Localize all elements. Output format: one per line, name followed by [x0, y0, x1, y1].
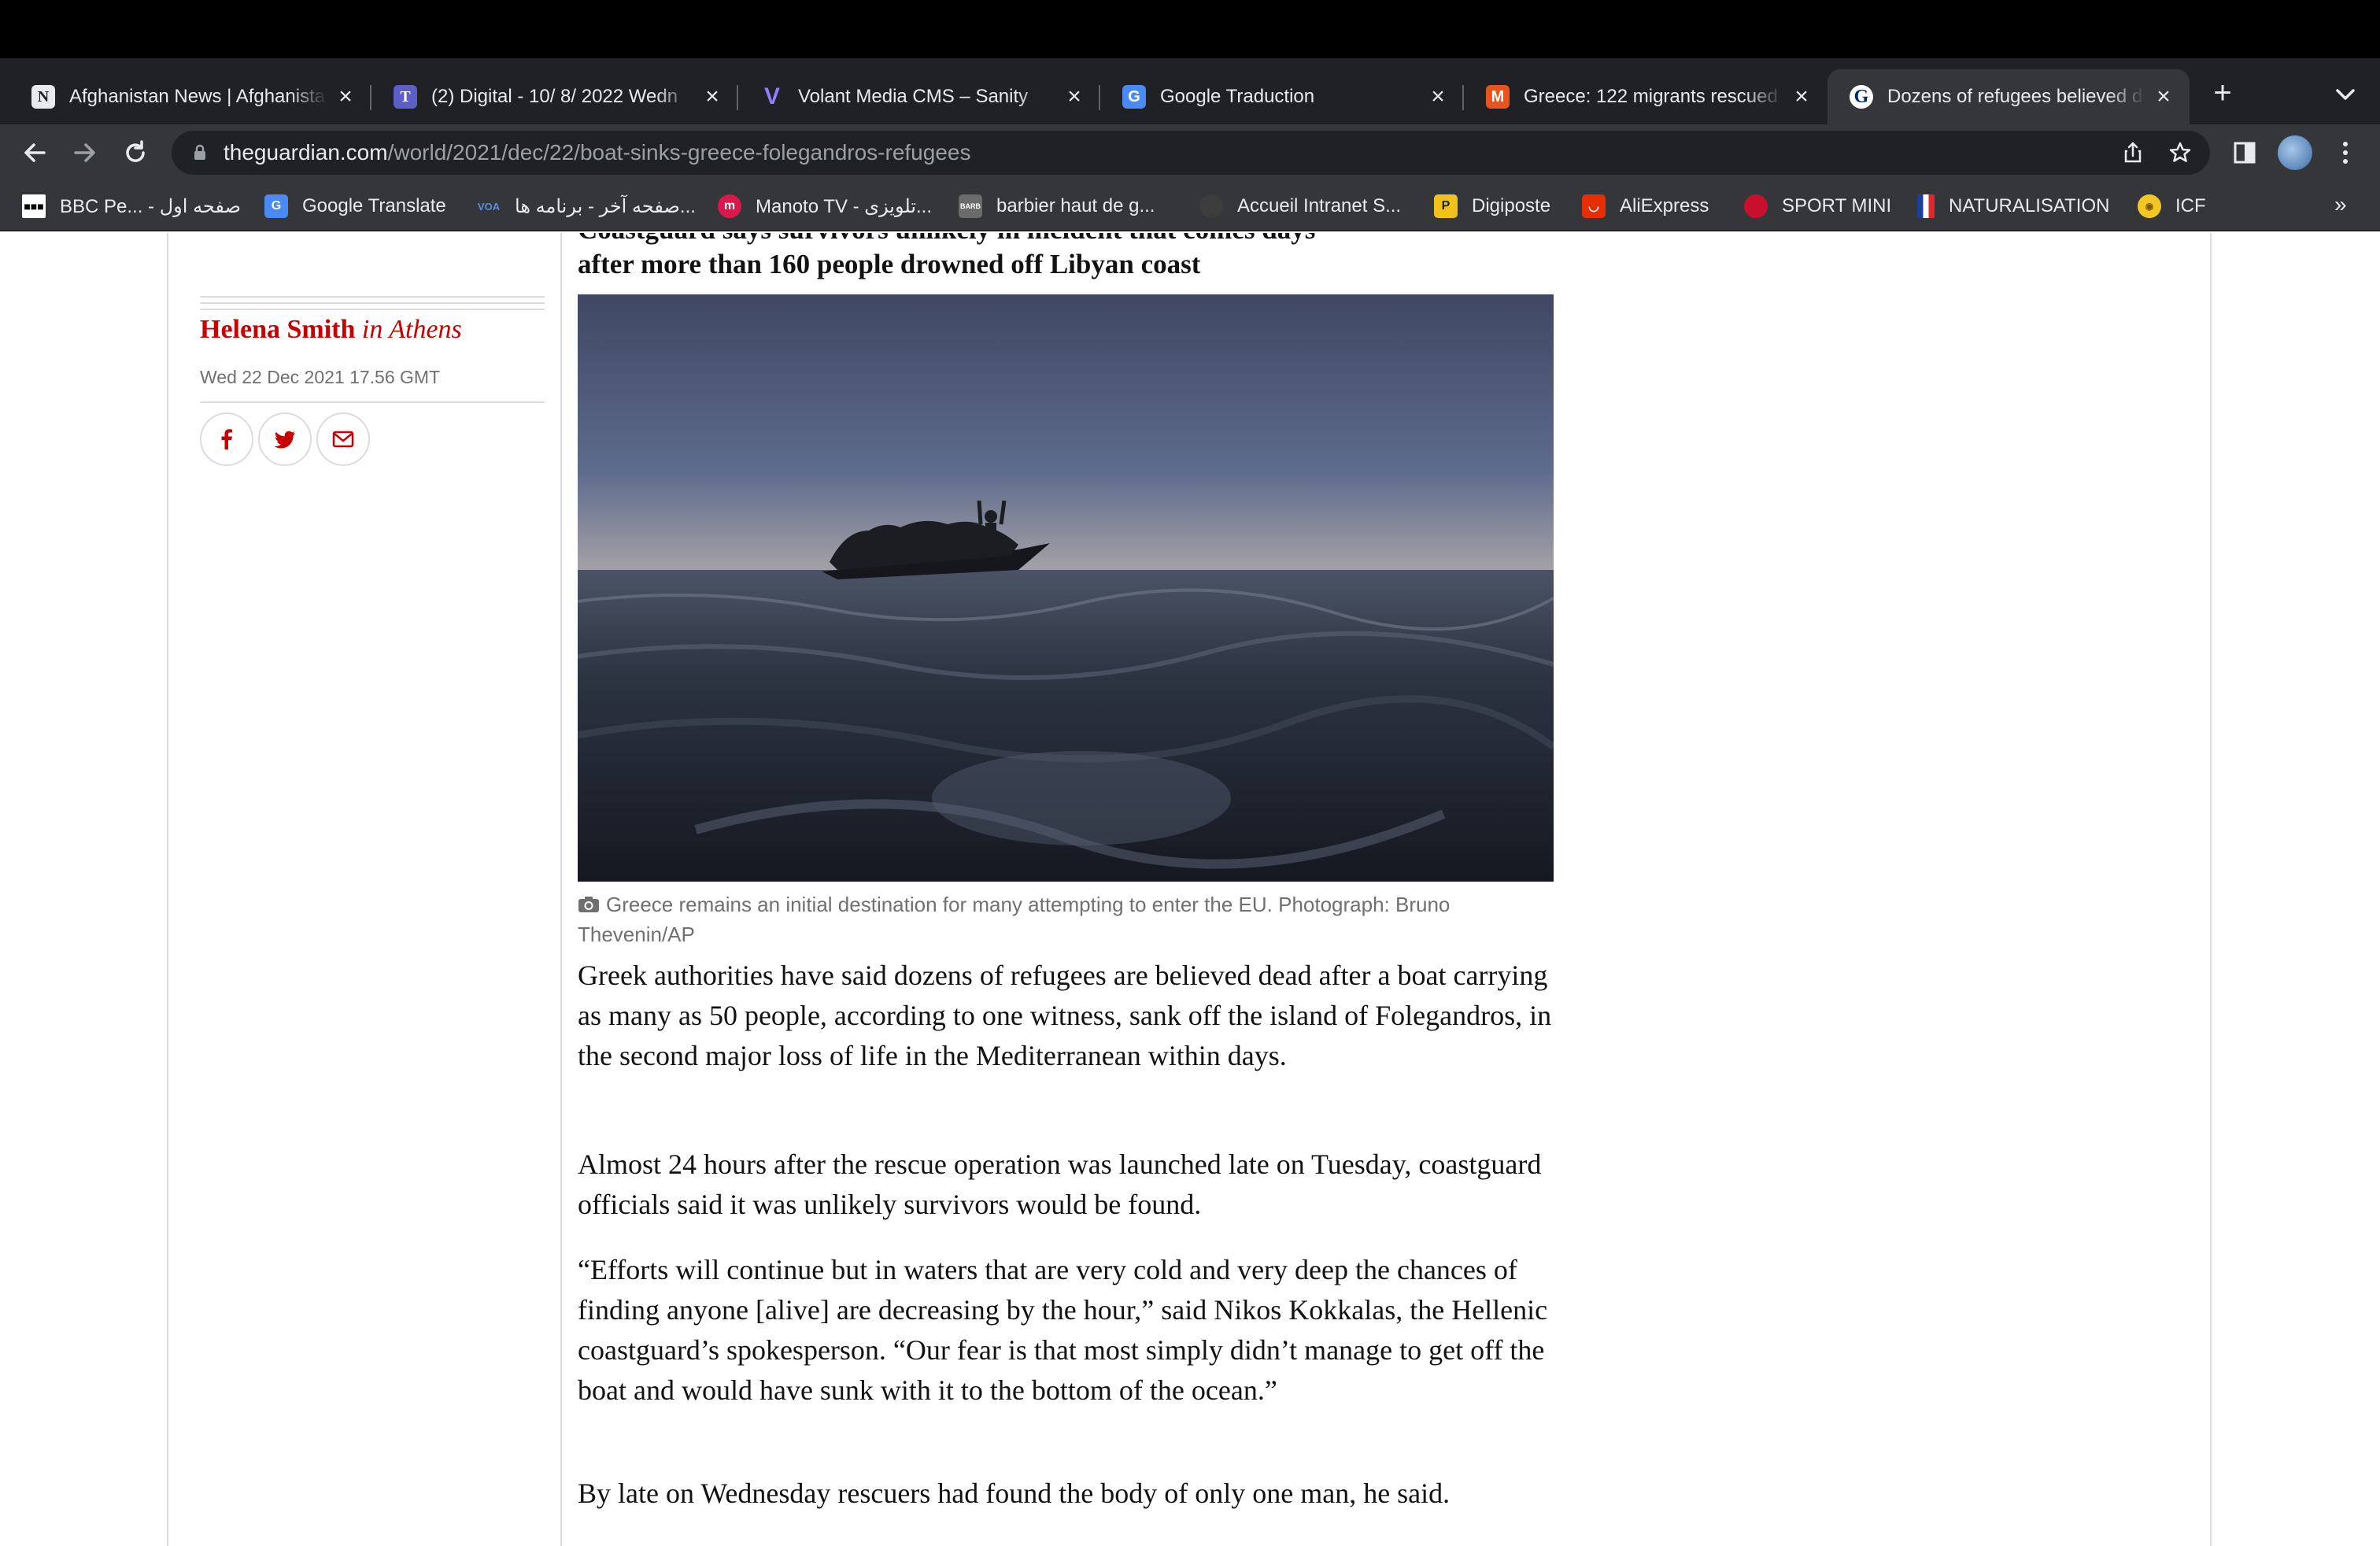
share-page-icon[interactable]: [2120, 140, 2145, 165]
close-tab-icon[interactable]: ×: [1426, 85, 1450, 109]
naturalisation-flag-icon: [1917, 194, 1935, 218]
google-translate-icon: G: [264, 194, 288, 218]
reload-icon: [126, 140, 145, 162]
article-main-photo[interactable]: [578, 294, 1554, 882]
address-bar[interactable]: theguardian.com/world/2021/dec/22/boat-s…: [172, 131, 2210, 175]
article-paragraph: “Efforts will continue but in waters tha…: [578, 1254, 1548, 1406]
bookmark-voa[interactable]: VOA صفحه آخر - برنامه ها...: [477, 192, 696, 220]
close-tab-icon[interactable]: ×: [334, 85, 357, 109]
article-paragraph: Almost 24 hours after the rescue operati…: [578, 1148, 1542, 1220]
tab-strip: N Afghanistan News | Afghanistan × T (2)…: [0, 58, 2380, 124]
teams-favicon-icon: T: [394, 85, 417, 109]
share-facebook-button[interactable]: [200, 412, 253, 466]
tab-title: (2) Digital - 10/ 8/ 2022 Wedn: [431, 86, 678, 107]
article-paragraph: By late on Wednesday rescuers had found …: [578, 1478, 1451, 1509]
m-favicon-icon: M: [1486, 85, 1510, 109]
author-name[interactable]: Helena Smith: [200, 315, 355, 344]
tab-google-traduction[interactable]: G Google Traduction ×: [1100, 69, 1464, 124]
sport-mini-icon: [1744, 194, 1768, 218]
bookmark-barbier[interactable]: BARB barbier haut de g...: [959, 192, 1155, 220]
bbc-icon: ■■■: [22, 194, 46, 218]
column-divider: [560, 233, 562, 1546]
bookmark-sport-mini[interactable]: SPORT MINI: [1744, 192, 1891, 220]
screen-top-bar: [0, 0, 2380, 58]
news-favicon-icon: N: [31, 85, 55, 109]
photo-caption: Greece remains an initial destination fo…: [578, 893, 1451, 946]
tab-teams-digital[interactable]: T (2) Digital - 10/ 8/ 2022 Wedn ×: [371, 69, 738, 124]
share-email-button[interactable]: [316, 412, 370, 466]
close-tab-icon[interactable]: ×: [700, 85, 724, 109]
tab-title: Volant Media CMS – Sanity: [798, 86, 1029, 107]
icf-icon: ◉: [2138, 194, 2161, 218]
author-byline[interactable]: Helena Smith in Athens: [200, 315, 462, 345]
bookmark-google-translate[interactable]: G Google Translate: [264, 192, 446, 220]
email-icon: [332, 431, 354, 448]
lock-icon[interactable]: [189, 142, 211, 164]
bookmark-digiposte[interactable]: P Digiposte: [1434, 192, 1550, 220]
back-arrow-icon: [24, 143, 46, 162]
camera-icon: [578, 897, 599, 912]
voa-icon: VOA: [477, 200, 501, 213]
guardian-article-page: Coastguard says survivors unlikely in in…: [0, 233, 2380, 1546]
tab-title: Greece: 122 migrants rescued: [1524, 86, 1778, 107]
tab-title: Google Traduction: [1160, 86, 1315, 107]
url-text[interactable]: theguardian.com/world/2021/dec/22/boat-s…: [224, 140, 970, 165]
back-button[interactable]: [16, 134, 54, 172]
twitter-icon: [274, 431, 295, 449]
close-tab-icon[interactable]: ×: [2152, 85, 2175, 109]
bookmark-star-icon[interactable]: [2168, 140, 2193, 165]
article-paragraph: Greek authorities have said dozens of re…: [578, 960, 1552, 1071]
new-tab-icon[interactable]: +: [2207, 77, 2238, 109]
page-border-right: [2210, 233, 2212, 1546]
tab-sanity-cms[interactable]: V Volant Media CMS – Sanity ×: [738, 69, 1100, 124]
google-translate-favicon-icon: G: [1122, 85, 1146, 109]
tab-title: Dozens of refugees believed d: [1887, 86, 2143, 107]
share-twitter-button[interactable]: [258, 412, 312, 466]
tab-search-chevron-icon[interactable]: [2330, 79, 2361, 110]
profile-avatar[interactable]: [2278, 135, 2312, 170]
publish-date: Wed 22 Dec 2021 17.56 GMT: [200, 367, 441, 387]
tab-title: Afghanistan News | Afghanistan: [69, 86, 327, 107]
digiposte-icon: P: [1434, 194, 1458, 218]
author-location: in Athens: [361, 315, 462, 344]
bookmark-aliexpress[interactable]: ◡ AliExpress: [1582, 192, 1709, 220]
bookmark-naturalisation[interactable]: NATURALISATION: [1917, 192, 2109, 220]
forward-button[interactable]: [66, 134, 104, 172]
sanity-favicon-icon: V: [763, 83, 780, 109]
tab-greece-migrants[interactable]: M Greece: 122 migrants rescued ×: [1464, 69, 1828, 124]
bookmark-bbc-persian[interactable]: ■■■ BBC Pe... - صفحه اول: [22, 192, 241, 220]
intranet-icon: [1199, 194, 1223, 218]
page-border-left: [167, 233, 168, 1546]
more-menu-icon[interactable]: [2328, 135, 2363, 170]
reload-button[interactable]: [116, 134, 154, 172]
close-tab-icon[interactable]: ×: [1062, 85, 1086, 109]
close-tab-icon[interactable]: ×: [1790, 85, 1813, 109]
bookmark-manoto[interactable]: m Manoto TV - تلویزی...: [718, 192, 932, 220]
article-standfirst: Coastguard says survivors unlikely in in…: [578, 233, 1315, 279]
tab-guardian-active[interactable]: G Dozens of refugees believed d ×: [1828, 69, 2190, 124]
guardian-favicon-icon: G: [1850, 85, 1873, 109]
bookmark-intranet[interactable]: Accueil Intranet S...: [1199, 192, 1401, 220]
manoto-icon: m: [718, 194, 741, 218]
aliexpress-icon: ◡: [1582, 194, 1606, 218]
browser-toolbar: theguardian.com/world/2021/dec/22/boat-s…: [0, 124, 2380, 181]
more-bookmarks-icon[interactable]: »: [2334, 192, 2347, 217]
bookmark-icf[interactable]: ◉ ICF: [2138, 192, 2206, 220]
tab-afghanistan-news[interactable]: N Afghanistan News | Afghanistan ×: [9, 69, 371, 124]
bookmarks-bar: ■■■ BBC Pe... - صفحه اول G Google Transl…: [0, 181, 2380, 231]
side-panel-icon[interactable]: [2227, 135, 2262, 170]
barbier-icon: BARB: [959, 194, 982, 218]
facebook-icon: [221, 429, 232, 449]
forward-arrow-icon: [74, 143, 95, 162]
